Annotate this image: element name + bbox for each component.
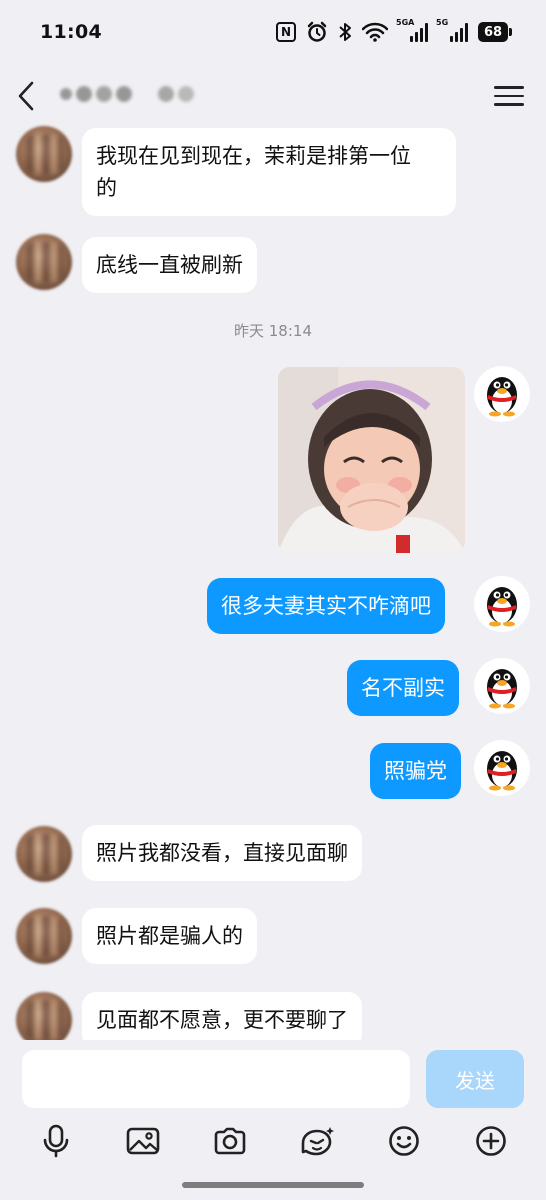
- penguin-icon: [487, 587, 517, 627]
- contact-avatar[interactable]: [16, 234, 72, 290]
- status-time: 11:04: [40, 21, 102, 43]
- image-icon: [126, 1127, 159, 1155]
- chat-menu-button[interactable]: [494, 81, 524, 111]
- contact-name-redacted[interactable]: [60, 86, 194, 102]
- menu-icon-line: [494, 94, 524, 98]
- message-bubble-incoming[interactable]: 我现在见到现在，茉莉是排第一位 的: [82, 128, 456, 216]
- contact-avatar[interactable]: [16, 826, 72, 882]
- wifi-icon: [362, 21, 388, 43]
- penguin-icon: [487, 751, 517, 791]
- plus-icon: [475, 1126, 506, 1156]
- message-list[interactable]: 我现在见到现在，茉莉是排第一位 的 底线一直被刷新 昨天 18:14 很多夫妻其…: [0, 120, 546, 1040]
- smiley-icon: [388, 1126, 419, 1156]
- contact-avatar[interactable]: [16, 992, 72, 1040]
- home-indicator[interactable]: [182, 1182, 364, 1188]
- message-input[interactable]: [22, 1050, 410, 1108]
- alarm-icon: [306, 21, 328, 43]
- microphone-icon: [43, 1124, 68, 1158]
- voice-button[interactable]: [34, 1119, 78, 1163]
- magic-emoji-icon: [301, 1127, 334, 1156]
- camera-button[interactable]: [208, 1119, 252, 1163]
- message-bubble-outgoing[interactable]: 照骗党: [370, 743, 461, 799]
- chevron-left-icon: [18, 81, 34, 111]
- status-icons: N 5GA 5G 68: [276, 18, 512, 43]
- message-bubble-incoming[interactable]: 底线一直被刷新: [82, 237, 257, 293]
- message-bubble-incoming[interactable]: 照片我都没看，直接见面聊: [82, 825, 362, 881]
- nfc-icon: N: [276, 21, 296, 43]
- message-bubble-incoming[interactable]: 照片都是骗人的: [82, 908, 257, 964]
- more-button[interactable]: [469, 1119, 513, 1163]
- status-bar: 11:04 N 5GA 5G 68: [0, 0, 546, 64]
- signal-icon-sim1: 5GA: [396, 18, 428, 42]
- my-avatar[interactable]: [474, 366, 530, 422]
- message-bubble-incoming[interactable]: 见面都不愿意，更不要聊了: [82, 992, 362, 1040]
- album-button[interactable]: [121, 1119, 165, 1163]
- battery-icon: 68: [478, 22, 512, 42]
- menu-icon-line: [494, 86, 524, 89]
- camera-icon: [214, 1127, 245, 1155]
- back-button[interactable]: [16, 76, 46, 116]
- sticker-message[interactable]: [278, 367, 465, 553]
- penguin-icon: [487, 377, 517, 417]
- send-button[interactable]: 发送: [426, 1050, 524, 1108]
- my-avatar[interactable]: [474, 576, 530, 632]
- composer-toolbar: [0, 1116, 546, 1166]
- contact-avatar[interactable]: [16, 126, 72, 182]
- signal-icon-sim2: 5G: [436, 18, 468, 42]
- message-timestamp: 昨天 18:14: [234, 322, 312, 340]
- message-bubble-outgoing[interactable]: 名不副实: [347, 660, 459, 716]
- chat-header: [0, 64, 546, 128]
- penguin-icon: [487, 669, 517, 709]
- menu-icon-line: [494, 103, 524, 106]
- message-bubble-outgoing[interactable]: 很多夫妻其实不咋滴吧: [207, 578, 445, 634]
- bluetooth-icon: [338, 21, 352, 43]
- composer: 发送: [0, 1040, 546, 1116]
- contact-avatar[interactable]: [16, 908, 72, 964]
- my-avatar[interactable]: [474, 740, 530, 796]
- emoji-button[interactable]: [382, 1119, 426, 1163]
- magic-emoji-button[interactable]: [295, 1119, 339, 1163]
- my-avatar[interactable]: [474, 658, 530, 714]
